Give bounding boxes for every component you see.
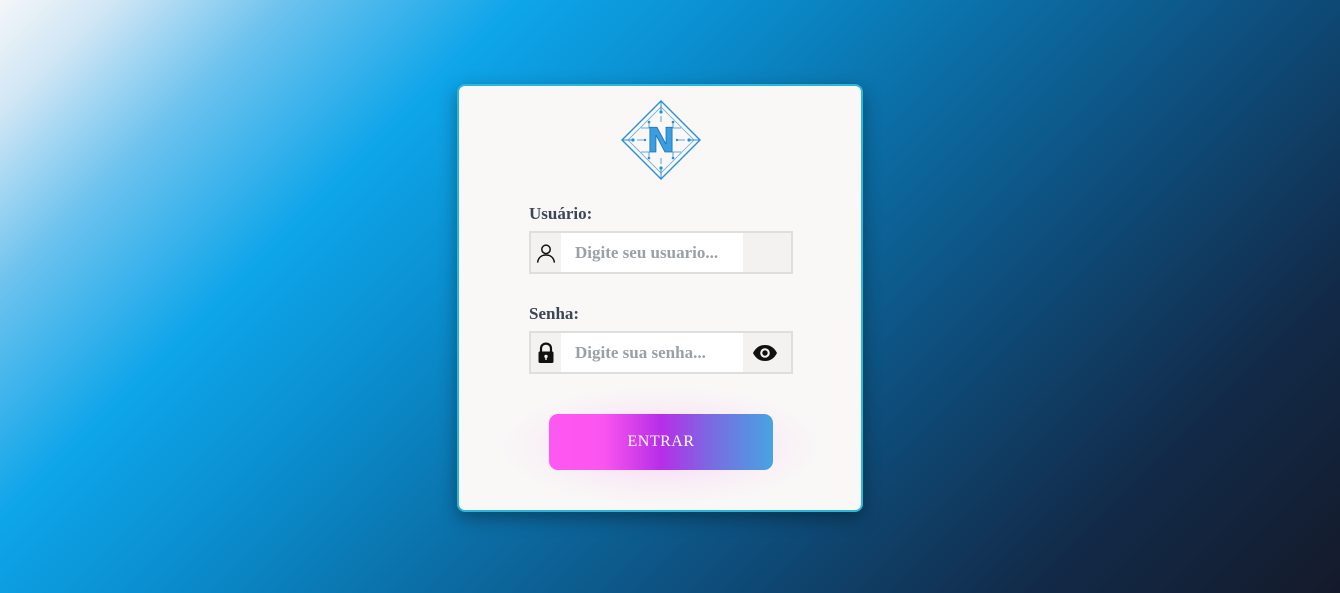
user-icon	[531, 233, 561, 272]
logo: N	[621, 100, 701, 180]
login-submit-button[interactable]: ENTRAR	[549, 414, 773, 470]
username-field	[529, 231, 793, 274]
lock-icon	[531, 333, 561, 372]
password-input[interactable]	[561, 333, 743, 372]
show-password-eye-icon[interactable]	[743, 333, 787, 372]
password-label: Senha:	[529, 304, 580, 323]
logo-letter: N	[647, 121, 675, 161]
login-card: N Usuário: Senha:	[457, 84, 863, 512]
password-field	[529, 331, 793, 374]
username-input[interactable]	[561, 233, 743, 272]
username-label: Usuário:	[529, 204, 593, 223]
